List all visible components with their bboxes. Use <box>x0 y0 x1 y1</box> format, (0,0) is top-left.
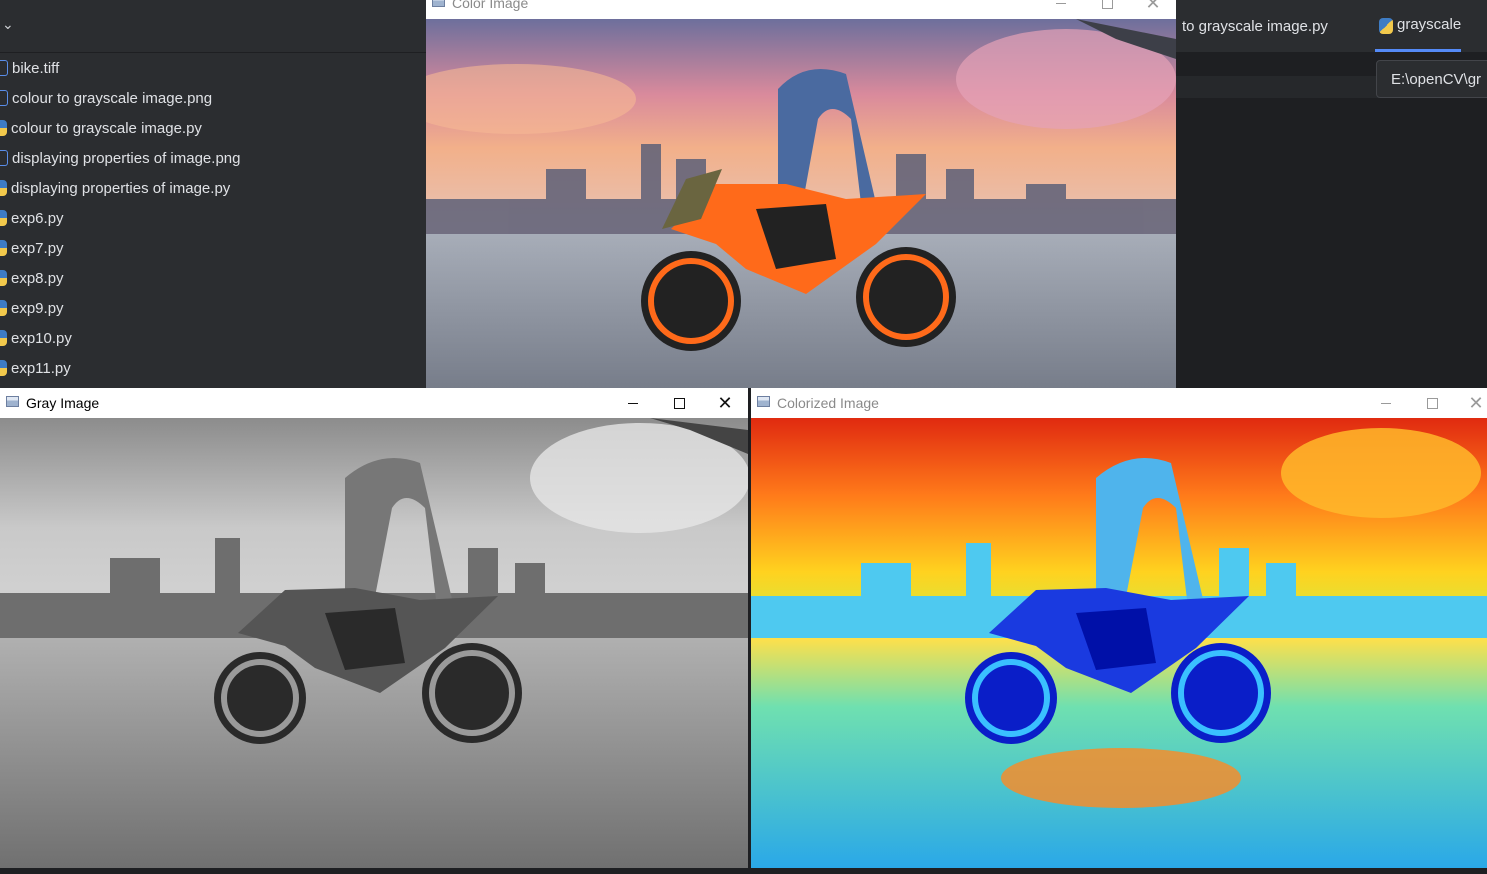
file-name: exp8.py <box>11 269 64 287</box>
python-file-icon <box>0 210 7 226</box>
file-item[interactable]: exp7.py <box>0 233 64 263</box>
maximize-button[interactable] <box>1084 0 1130 18</box>
colorized-image-window[interactable]: Colorized Image ✕ <box>751 388 1487 868</box>
minimize-button[interactable] <box>1363 388 1409 418</box>
maximize-icon <box>1426 397 1438 409</box>
tab-label: to grayscale image.py <box>1182 17 1328 35</box>
file-name: bike.tiff <box>12 59 60 77</box>
color-image-canvas <box>426 19 1176 388</box>
file-item[interactable]: bike.tiff <box>0 53 59 83</box>
python-file-icon <box>0 270 7 286</box>
file-name: exp6.py <box>11 209 64 227</box>
path-tooltip: E:\openCV\gr <box>1376 60 1487 98</box>
minimize-icon <box>1056 2 1066 4</box>
file-item[interactable]: displaying properties of image.py <box>0 173 230 203</box>
python-file-icon <box>0 300 7 316</box>
file-name: exp7.py <box>11 239 64 257</box>
python-file-icon <box>0 240 7 256</box>
project-panel: ⌄ bike.tiff colour to grayscale image.png… <box>0 0 426 388</box>
window-titlebar[interactable]: Color Image ✕ <box>426 0 1176 18</box>
image-file-icon <box>0 150 8 166</box>
image-file-icon <box>0 60 8 76</box>
image-file-icon <box>0 90 8 106</box>
file-item[interactable]: displaying properties of image.png <box>0 143 240 173</box>
close-button[interactable]: ✕ <box>702 388 748 418</box>
close-icon: ✕ <box>1145 0 1161 13</box>
tab-label: grayscale <box>1397 16 1462 33</box>
file-name: displaying properties of image.py <box>11 179 231 197</box>
file-item[interactable]: exp8.py <box>0 263 64 293</box>
color-image-window[interactable]: Color Image ✕ <box>426 0 1176 388</box>
file-name: displaying properties of image.png <box>12 149 241 167</box>
file-item[interactable]: exp9.py <box>0 293 64 323</box>
window-icon <box>757 396 770 407</box>
window-titlebar[interactable]: Colorized Image ✕ <box>751 388 1487 418</box>
minimize-button[interactable] <box>1038 0 1084 18</box>
minimize-icon <box>1381 402 1391 404</box>
file-item[interactable]: colour to grayscale image.png <box>0 83 212 113</box>
colorized-bike-image <box>751 418 1487 868</box>
file-name: exp11.py <box>11 359 71 377</box>
minimize-icon <box>628 402 638 404</box>
close-icon: ✕ <box>717 393 733 413</box>
minimize-button[interactable] <box>610 388 656 418</box>
file-name: exp9.py <box>11 299 64 317</box>
maximize-icon <box>673 397 685 409</box>
window-icon <box>432 0 445 7</box>
tooltip-text: E:\openCV\gr <box>1391 70 1482 88</box>
gray-image-window[interactable]: Gray Image ✕ <box>0 388 748 868</box>
editor-tabs: to grayscale image.py grayscale <box>1176 0 1487 53</box>
window-title: Color Image <box>452 0 529 11</box>
window-title: Gray Image <box>26 395 100 411</box>
gray-image-canvas <box>0 418 748 868</box>
file-name: exp10.py <box>11 329 72 347</box>
file-item[interactable]: colour to grayscale image.py <box>0 113 202 143</box>
close-button[interactable]: ✕ <box>1130 0 1176 18</box>
python-file-icon <box>0 330 7 346</box>
maximize-button[interactable] <box>656 388 702 418</box>
tab-active-grayscale[interactable]: grayscale <box>1375 0 1462 52</box>
file-name: colour to grayscale image.py <box>11 119 202 137</box>
window-titlebar[interactable]: Gray Image ✕ <box>0 388 748 418</box>
file-item[interactable]: exp11.py <box>0 353 71 383</box>
close-button[interactable]: ✕ <box>1453 388 1487 418</box>
file-name: colour to grayscale image.png <box>12 89 213 107</box>
python-file-icon <box>0 180 7 196</box>
project-header: ⌄ <box>0 0 426 53</box>
python-icon <box>1379 18 1393 34</box>
maximize-icon <box>1101 0 1113 9</box>
gray-bike-image <box>0 418 748 868</box>
window-title: Colorized Image <box>777 395 879 411</box>
window-icon <box>6 396 19 407</box>
colorized-image-canvas <box>751 418 1487 868</box>
chevron-down-icon[interactable]: ⌄ <box>2 16 14 33</box>
color-bike-image <box>426 19 1176 388</box>
python-file-icon <box>0 360 7 376</box>
maximize-button[interactable] <box>1409 388 1455 418</box>
file-item[interactable]: exp10.py <box>0 323 72 353</box>
tab-grayscale-script[interactable]: to grayscale image.py <box>1182 0 1328 52</box>
python-file-icon <box>0 120 7 136</box>
editor-area: to grayscale image.py grayscale E:\openC… <box>1176 0 1487 388</box>
file-item[interactable]: exp6.py <box>0 203 64 233</box>
close-icon: ✕ <box>1468 393 1484 413</box>
